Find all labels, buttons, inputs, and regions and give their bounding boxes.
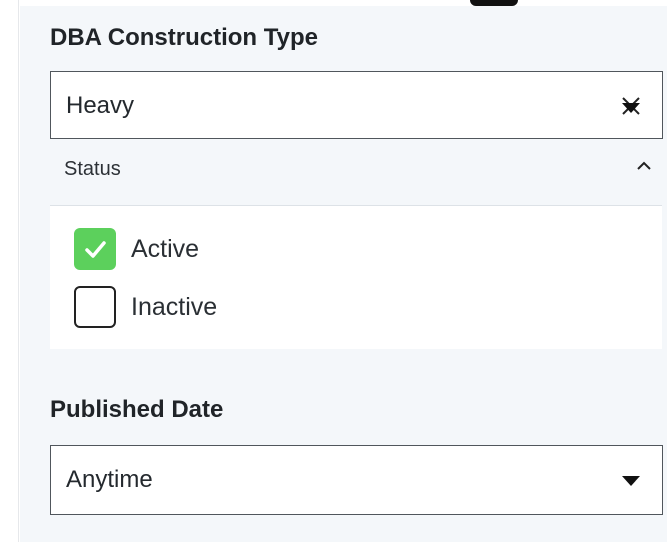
dba-construction-type-heading: DBA Construction Type bbox=[50, 24, 318, 51]
published-selected-value: Anytime bbox=[66, 466, 153, 493]
status-options: Active Inactive bbox=[50, 205, 662, 349]
inactive-checkbox[interactable] bbox=[74, 286, 116, 328]
status-accordion-header[interactable]: Status bbox=[50, 148, 667, 192]
inactive-option-label: Inactive bbox=[131, 293, 218, 321]
caret-down-icon[interactable] bbox=[622, 103, 640, 113]
panel-divider bbox=[18, 0, 19, 542]
status-label: Status bbox=[64, 158, 121, 180]
active-option-label: Active bbox=[131, 235, 200, 263]
dba-selected-value: Heavy bbox=[66, 92, 135, 119]
check-icon bbox=[85, 241, 106, 258]
published-date-heading: Published Date bbox=[50, 396, 224, 423]
active-checkbox[interactable] bbox=[74, 228, 116, 270]
status-option-active[interactable]: Active bbox=[74, 228, 374, 270]
status-option-inactive[interactable]: Inactive bbox=[74, 286, 374, 328]
top-tab-handle bbox=[470, 0, 518, 6]
dba-construction-type-select[interactable]: Heavy bbox=[50, 71, 663, 139]
chevron-up-icon[interactable] bbox=[632, 154, 656, 178]
caret-down-icon[interactable] bbox=[622, 476, 640, 486]
published-date-select[interactable]: Anytime bbox=[50, 445, 663, 515]
